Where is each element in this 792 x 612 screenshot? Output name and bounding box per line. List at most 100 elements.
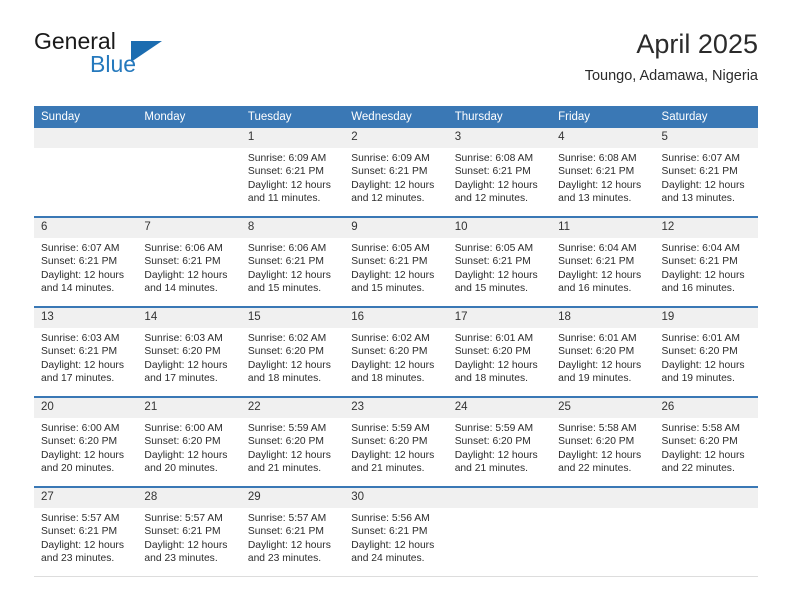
calendar-page: General Blue April 2025 Toungo, Adamawa,… (0, 0, 792, 612)
calendar-day-cell[interactable]: 2 Sunrise: 6:09 AM Sunset: 6:21 PM Daylight… (344, 128, 448, 218)
daylight-text-line2: and 23 minutes. (247, 552, 322, 564)
calendar-day-cell[interactable]: 28 Sunrise: 5:57 AM Sunset: 6:21 PM Dayligh… (137, 487, 241, 577)
weekday-header-saturday: Saturday (654, 106, 758, 128)
calendar-day-cell[interactable]: 3 Sunrise: 6:08 AM Sunset: 6:21 PM Daylight… (447, 128, 552, 218)
calendar-day-cell[interactable]: 10 Sunrise: 6:05 AM Sunset: 6:21 PM Dayligh… (447, 217, 552, 308)
day-details: Sunrise: 6:04 AM Sunset: 6:21 PM Daylight:… (551, 238, 654, 295)
calendar-day-cell[interactable]: 12 Sunrise: 6:04 AM Sunset: 6:21 PM Dayligh… (654, 217, 758, 308)
daylight-text-line2: and 11 minutes. (247, 192, 321, 204)
sunrise-text: Sunrise: 6:06 AM (144, 243, 223, 254)
day-number: 2 (344, 128, 448, 148)
day-details: Sunrise: 6:02 AM Sunset: 6:20 PM Daylight:… (344, 328, 447, 385)
calendar-day-cell[interactable]: 25 Sunrise: 5:58 AM Sunset: 6:20 PM Dayligh… (551, 397, 655, 488)
calendar-day-cell[interactable]: 20 Sunrise: 6:00 AM Sunset: 6:20 PM Dayligh… (34, 397, 138, 488)
sunset-text: Sunset: 6:21 PM (247, 166, 324, 178)
daylight-text-line1: Daylight: 12 hours (144, 269, 228, 281)
sunset-text: Sunset: 6:20 PM (247, 346, 324, 358)
daylight-text-line2: and 12 minutes. (454, 192, 528, 204)
day-details: Sunrise: 5:59 AM Sunset: 6:20 PM Daylight:… (344, 418, 447, 475)
calendar-day-cell[interactable]: 24 Sunrise: 5:59 AM Sunset: 6:20 PM Dayligh… (447, 397, 552, 488)
day-number: 11 (551, 218, 655, 238)
daylight-text-line2: and 21 minutes. (351, 462, 425, 474)
day-number: 10 (447, 218, 552, 238)
daylight-text-line1: Daylight: 12 hours (247, 269, 331, 281)
sunset-text: Sunset: 6:21 PM (351, 166, 428, 178)
calendar-day-cell[interactable]: 7 Sunrise: 6:06 AM Sunset: 6:21 PM Daylight… (137, 217, 241, 308)
calendar-day-cell[interactable]: 1 Sunrise: 6:09 AM Sunset: 6:21 PM Daylight… (240, 128, 345, 218)
day-details: Sunrise: 6:06 AM Sunset: 6:21 PM Daylight:… (137, 238, 240, 295)
calendar-day-cell[interactable]: 16 Sunrise: 6:02 AM Sunset: 6:20 PM Dayligh… (344, 307, 448, 398)
calendar-body: 1 Sunrise: 6:09 AM Sunset: 6:21 PM Daylight… (34, 128, 758, 577)
daylight-text-line1: Daylight: 12 hours (41, 539, 124, 551)
calendar-day-cell[interactable]: 5 Sunrise: 6:07 AM Sunset: 6:21 PM Daylight… (654, 128, 758, 218)
daylight-text-line1: Daylight: 12 hours (454, 269, 538, 281)
day-number: 16 (344, 308, 448, 328)
calendar-week-row: 1 Sunrise: 6:09 AM Sunset: 6:21 PM Daylight… (34, 128, 758, 218)
sunset-text: Sunset: 6:20 PM (558, 346, 635, 358)
calendar-day-cell[interactable]: 29 Sunrise: 5:57 AM Sunset: 6:21 PM Dayligh… (240, 487, 345, 577)
daylight-text-line1: Daylight: 12 hours (661, 179, 745, 191)
calendar-day-cell[interactable]: 26 Sunrise: 5:58 AM Sunset: 6:20 PM Dayligh… (654, 397, 758, 488)
location-subtitle: Toungo, Adamawa, Nigeria (584, 68, 758, 84)
day-number: 6 (34, 218, 138, 238)
calendar-day-cell[interactable]: 18 Sunrise: 6:01 AM Sunset: 6:20 PM Dayligh… (551, 307, 655, 398)
daylight-text-line2: and 18 minutes. (351, 372, 425, 384)
sunset-text: Sunset: 6:21 PM (661, 256, 738, 268)
calendar-day-cell[interactable]: 8 Sunrise: 6:06 AM Sunset: 6:21 PM Daylight… (240, 217, 345, 308)
calendar-day-cell[interactable]: 22 Sunrise: 5:59 AM Sunset: 6:20 PM Dayligh… (240, 397, 345, 488)
day-number: 25 (551, 398, 655, 418)
daylight-text-line1: Daylight: 12 hours (558, 269, 642, 281)
calendar-day-cell[interactable]: 13 Sunrise: 6:03 AM Sunset: 6:21 PM Dayligh… (34, 307, 138, 398)
calendar-day-cell[interactable]: 15 Sunrise: 6:02 AM Sunset: 6:20 PM Dayligh… (240, 307, 345, 398)
daylight-text-line1: Daylight: 12 hours (351, 449, 435, 461)
calendar-day-cell[interactable]: 17 Sunrise: 6:01 AM Sunset: 6:20 PM Dayligh… (447, 307, 552, 398)
day-details: Sunrise: 5:58 AM Sunset: 6:20 PM Daylight:… (655, 418, 758, 475)
calendar-day-cell[interactable]: 23 Sunrise: 5:59 AM Sunset: 6:20 PM Dayligh… (344, 397, 448, 488)
daylight-text-line2: and 22 minutes. (558, 462, 632, 474)
sunset-text: Sunset: 6:21 PM (351, 526, 428, 538)
daylight-text-line1: Daylight: 12 hours (661, 359, 745, 371)
calendar-day-cell[interactable]: 27 Sunrise: 5:57 AM Sunset: 6:21 PM Dayligh… (34, 487, 138, 577)
calendar-day-cell[interactable]: 30 Sunrise: 5:56 AM Sunset: 6:21 PM Dayligh… (344, 487, 448, 577)
day-details: Sunrise: 5:59 AM Sunset: 6:20 PM Daylight:… (448, 418, 551, 475)
calendar-week-row: 13 Sunrise: 6:03 AM Sunset: 6:21 PM Dayligh… (34, 307, 758, 398)
calendar-day-cell[interactable]: 21 Sunrise: 6:00 AM Sunset: 6:20 PM Dayligh… (137, 397, 241, 488)
daylight-text-line1: Daylight: 12 hours (558, 179, 642, 191)
day-number: 17 (447, 308, 552, 328)
calendar-day-cell[interactable]: 4 Sunrise: 6:08 AM Sunset: 6:21 PM Daylight… (551, 128, 655, 218)
page-title: April 2025 (636, 29, 758, 59)
sunrise-text: Sunrise: 5:59 AM (351, 423, 430, 434)
daylight-text-line1: Daylight: 12 hours (41, 359, 124, 371)
sunset-text: Sunset: 6:21 PM (144, 256, 221, 268)
day-number: 3 (447, 128, 552, 148)
calendar-day-cell[interactable]: 6 Sunrise: 6:07 AM Sunset: 6:21 PM Daylight… (34, 217, 138, 308)
brand-logo[interactable]: General Blue (34, 28, 214, 88)
sunrise-text: Sunrise: 6:04 AM (661, 243, 740, 254)
sunset-text: Sunset: 6:21 PM (558, 166, 635, 178)
day-number: 19 (654, 308, 758, 328)
sunset-text: Sunset: 6:21 PM (454, 256, 531, 268)
day-number: 15 (240, 308, 345, 328)
calendar-day-cell[interactable]: 14 Sunrise: 6:03 AM Sunset: 6:20 PM Dayligh… (137, 307, 241, 398)
sunset-text: Sunset: 6:20 PM (351, 436, 428, 448)
sunrise-text: Sunrise: 6:07 AM (661, 153, 740, 164)
day-number: 27 (34, 488, 138, 508)
page-header: General Blue April 2025 Toungo, Adamawa,… (34, 28, 758, 96)
day-details: Sunrise: 6:00 AM Sunset: 6:20 PM Daylight:… (137, 418, 240, 475)
daylight-text-line2: and 20 minutes. (144, 462, 218, 474)
day-details: Sunrise: 6:03 AM Sunset: 6:20 PM Daylight:… (137, 328, 240, 385)
calendar-day-cell[interactable]: 11 Sunrise: 6:04 AM Sunset: 6:21 PM Dayligh… (551, 217, 655, 308)
day-details: Sunrise: 6:08 AM Sunset: 6:21 PM Daylight:… (551, 148, 654, 205)
sunrise-text: Sunrise: 5:58 AM (661, 423, 740, 434)
daylight-text-line2: and 18 minutes. (454, 372, 528, 384)
daylight-text-line2: and 14 minutes. (41, 282, 115, 294)
daylight-text-line1: Daylight: 12 hours (351, 179, 435, 191)
weekday-header-tuesday: Tuesday (240, 106, 345, 128)
sunrise-text: Sunrise: 5:56 AM (351, 513, 430, 524)
sunrise-text: Sunrise: 6:01 AM (454, 333, 534, 344)
sunset-text: Sunset: 6:21 PM (351, 256, 428, 268)
calendar-day-cell[interactable]: 9 Sunrise: 6:05 AM Sunset: 6:21 PM Daylight… (344, 217, 448, 308)
sunset-text: Sunset: 6:21 PM (41, 346, 118, 358)
day-number: 24 (447, 398, 552, 418)
calendar-day-cell[interactable]: 19 Sunrise: 6:01 AM Sunset: 6:20 PM Dayligh… (654, 307, 758, 398)
